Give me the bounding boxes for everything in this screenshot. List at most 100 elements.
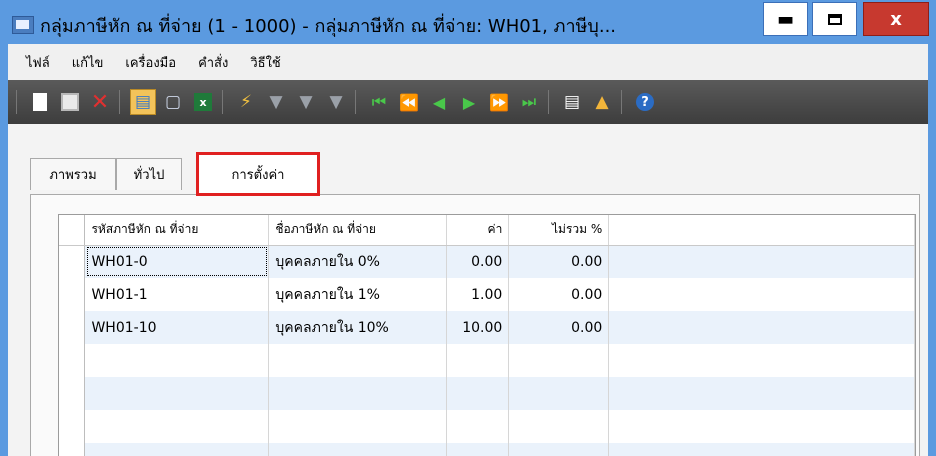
row-selector[interactable] xyxy=(59,344,86,377)
print-preview-button[interactable]: ▢ xyxy=(160,89,186,115)
window-frame-left xyxy=(0,44,8,456)
document-handling-button[interactable]: ▤ xyxy=(559,89,585,115)
last-record-button[interactable]: ⏭ xyxy=(516,89,542,115)
column-header-value[interactable]: ค่า xyxy=(446,215,510,246)
cell-value[interactable]: 1.00 xyxy=(446,278,510,311)
cell-exclude-percent[interactable]: 0.00 xyxy=(508,311,610,344)
cell-exclude-percent[interactable]: 0.00 xyxy=(508,245,610,278)
minimize-icon: ▬ xyxy=(776,8,794,30)
cell-code[interactable]: WH01-1 xyxy=(84,278,270,311)
empty-cell xyxy=(608,443,915,456)
row-header-cell xyxy=(59,215,86,246)
cell-exclude-percent[interactable]: 0.00 xyxy=(508,278,610,311)
cell-value[interactable]: 10.00 xyxy=(446,311,510,344)
column-header-code[interactable]: รหัสภาษีหัก ณ ที่จ่าย xyxy=(84,215,270,246)
print-button[interactable]: ▤ xyxy=(130,89,156,115)
maximize-icon xyxy=(827,13,842,25)
minimize-button[interactable]: ▬ xyxy=(763,2,808,36)
next-record-button[interactable]: ▶ xyxy=(456,89,482,115)
cell-code[interactable]: WH01-0 xyxy=(84,245,270,278)
remove-filter-button[interactable]: ▼ xyxy=(323,89,349,115)
row-selector[interactable] xyxy=(59,245,86,278)
empty-row[interactable] xyxy=(59,377,915,410)
help-icon: ? xyxy=(636,93,654,111)
next-record-icon: ▶ xyxy=(462,92,476,112)
next-page-button[interactable]: ⏩ xyxy=(486,89,512,115)
column-header-exclude-percent[interactable]: ไม่รวม % xyxy=(508,215,610,246)
close-button[interactable]: x xyxy=(863,2,929,36)
print-icon: ▤ xyxy=(134,92,152,112)
export-excel-button[interactable]: x xyxy=(190,89,216,115)
empty-cell xyxy=(508,443,610,456)
row-selector[interactable] xyxy=(59,377,86,410)
empty-cell xyxy=(608,377,915,410)
row-selector[interactable] xyxy=(59,410,86,443)
menu-tools[interactable]: เครื่องมือ xyxy=(121,50,180,75)
grid-header-row: รหัสภาษีหัก ณ ที่จ่าย ชื่อภาษีหัก ณ ที่จ… xyxy=(59,215,915,246)
new-button[interactable] xyxy=(27,89,53,115)
previous-record-button[interactable]: ◀ xyxy=(426,89,452,115)
toolbar-separator xyxy=(119,90,120,114)
menu-file[interactable]: ไฟล์ xyxy=(22,50,54,75)
table-row[interactable]: WH01-10 บุคคลภายใน 10% 10.00 0.00 xyxy=(59,311,915,344)
empty-cell xyxy=(84,410,270,443)
save-icon xyxy=(61,93,79,111)
window-frame-right xyxy=(928,44,936,456)
cell-filler xyxy=(608,245,915,278)
save-button[interactable] xyxy=(57,89,83,115)
print-preview-icon: ▢ xyxy=(164,92,182,112)
withholding-tax-grid: รหัสภาษีหัก ณ ที่จ่าย ชื่อภาษีหัก ณ ที่จ… xyxy=(58,214,916,456)
row-selector[interactable] xyxy=(59,311,86,344)
empty-cell xyxy=(446,344,510,377)
row-selector[interactable] xyxy=(59,278,86,311)
tab-general[interactable]: ทั่วไป xyxy=(116,158,182,190)
first-record-button[interactable]: ⏮ xyxy=(366,89,392,115)
cell-value[interactable]: 0.00 xyxy=(446,245,510,278)
previous-page-button[interactable]: ⏪ xyxy=(396,89,422,115)
empty-row[interactable] xyxy=(59,443,915,456)
filter-by-grid-button[interactable]: ▼ xyxy=(263,89,289,115)
empty-cell xyxy=(508,410,610,443)
grid-table: รหัสภาษีหัก ณ ที่จ่าย ชื่อภาษีหัก ณ ที่จ… xyxy=(59,215,915,456)
menu-edit[interactable]: แก้ไข xyxy=(68,50,108,75)
delete-icon: ✕ xyxy=(90,89,110,115)
column-header-filler xyxy=(608,215,915,246)
title-bar[interactable]: กลุ่มภาษีหัก ณ ที่จ่าย (1 - 1000) - กลุ่… xyxy=(0,0,936,44)
filter-by-selection-button[interactable]: ⚡ xyxy=(233,89,259,115)
help-button[interactable]: ? xyxy=(632,89,658,115)
previous-page-icon: ⏪ xyxy=(399,92,419,112)
empty-cell xyxy=(446,410,510,443)
empty-row[interactable] xyxy=(59,410,915,443)
advanced-filter-button[interactable]: ▼ xyxy=(293,89,319,115)
tab-setup[interactable]: การตั้งค่า xyxy=(196,152,320,196)
menu-bar: ไฟล์ แก้ไข เครื่องมือ คำสั่ง วิธีใช้ xyxy=(8,44,928,80)
alert-button[interactable]: ▲ xyxy=(589,89,615,115)
column-header-name[interactable]: ชื่อภาษีหัก ณ ที่จ่าย xyxy=(268,215,448,246)
tab-overview[interactable]: ภาพรวม xyxy=(30,158,116,190)
toolbar-separator xyxy=(548,90,549,114)
remove-filter-icon: ▼ xyxy=(329,92,343,112)
empty-cell xyxy=(84,377,270,410)
menu-help[interactable]: วิธีใช้ xyxy=(246,50,284,75)
cell-name[interactable]: บุคคลภายใน 10% xyxy=(268,311,448,344)
maximize-button[interactable] xyxy=(812,2,857,36)
empty-cell xyxy=(446,377,510,410)
table-row[interactable]: WH01-1 บุคคลภายใน 1% 1.00 0.00 xyxy=(59,278,915,311)
table-row[interactable]: WH01-0 บุคคลภายใน 0% 0.00 0.00 xyxy=(59,245,915,278)
toolbar-separator xyxy=(16,90,17,114)
empty-cell xyxy=(268,377,448,410)
last-record-icon: ⏭ xyxy=(521,92,537,111)
app-form-icon xyxy=(12,16,34,34)
cell-name[interactable]: บุคคลภายใน 1% xyxy=(268,278,448,311)
cell-code[interactable]: WH01-10 xyxy=(84,311,270,344)
previous-record-icon: ◀ xyxy=(432,92,446,112)
row-selector[interactable] xyxy=(59,443,86,456)
empty-row[interactable] xyxy=(59,344,915,377)
cell-filler xyxy=(608,278,915,311)
cell-name[interactable]: บุคคลภายใน 0% xyxy=(268,245,448,278)
empty-cell xyxy=(268,443,448,456)
menu-command[interactable]: คำสั่ง xyxy=(194,50,232,75)
advanced-filter-icon: ▼ xyxy=(299,92,313,112)
delete-button[interactable]: ✕ xyxy=(87,89,113,115)
empty-cell xyxy=(446,443,510,456)
